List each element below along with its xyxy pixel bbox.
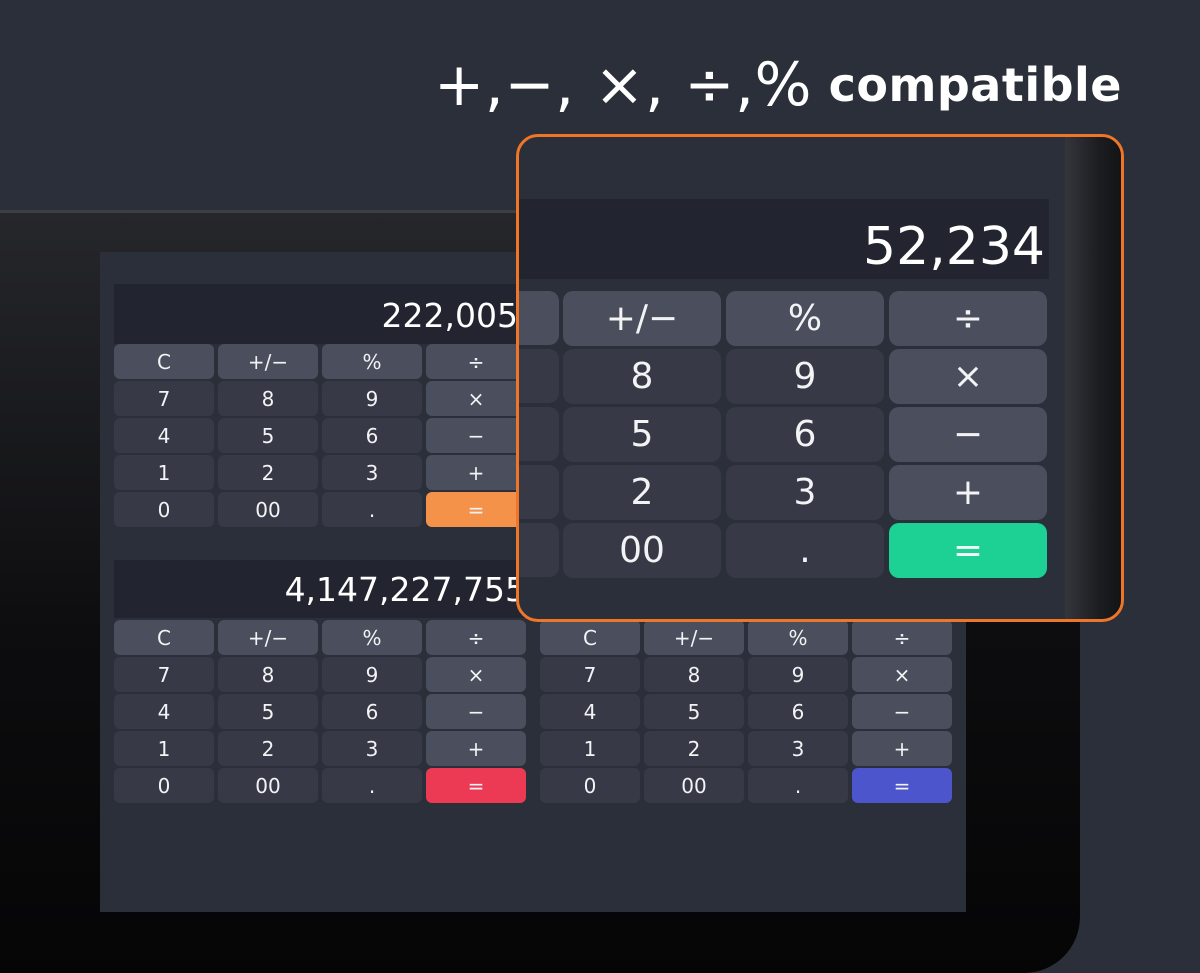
key-digit-5[interactable]: 5 (218, 418, 318, 453)
key-cropped[interactable] (519, 523, 559, 577)
key-digit-4[interactable]: 4 (540, 694, 640, 729)
key-digit-6[interactable]: 6 (322, 694, 422, 729)
key-add[interactable]: + (852, 731, 952, 766)
key-digit-5[interactable]: 5 (644, 694, 744, 729)
zoom-key-sign[interactable]: +/− (563, 291, 721, 346)
zoom-key-digit-3[interactable]: 3 (726, 465, 884, 520)
zoom-key-digit-6[interactable]: 6 (726, 407, 884, 462)
key-digit-3[interactable]: 3 (322, 455, 422, 490)
key-digit-7[interactable]: 7 (540, 657, 640, 692)
key-digit-3[interactable]: 3 (748, 731, 848, 766)
key-digit-2[interactable]: 2 (218, 455, 318, 490)
zoom-key-digit-8[interactable]: 8 (563, 349, 721, 404)
zoom-key-digit-9[interactable]: 9 (726, 349, 884, 404)
key-divide[interactable]: ÷ (852, 620, 952, 655)
headline-symbols: +,−, ×, ÷,% (434, 50, 813, 120)
zoom-key-equals[interactable]: = (889, 523, 1047, 578)
key-digit-6[interactable]: 6 (748, 694, 848, 729)
headline-text: compatible (828, 58, 1122, 112)
key-digit-0[interactable]: 0 (114, 492, 214, 527)
key-digit-9[interactable]: 9 (322, 381, 422, 416)
key-decimal[interactable]: . (748, 768, 848, 803)
key-percent[interactable]: % (322, 344, 422, 379)
key-multiply[interactable]: × (426, 657, 526, 692)
key-digit-7[interactable]: 7 (114, 381, 214, 416)
key-percent[interactable]: % (322, 620, 422, 655)
zoom-key-subtract[interactable]: − (889, 407, 1047, 462)
key-digit-1[interactable]: 1 (114, 455, 214, 490)
key-add[interactable]: + (426, 731, 526, 766)
key-clear[interactable]: C (540, 620, 640, 655)
zoom-key-digit-5[interactable]: 5 (563, 407, 721, 462)
key-digit-8[interactable]: 8 (218, 657, 318, 692)
key-sign[interactable]: +/− (218, 620, 318, 655)
key-equals[interactable]: = (426, 492, 526, 527)
key-cropped[interactable] (519, 291, 559, 345)
key-digit-1[interactable]: 1 (114, 731, 214, 766)
key-subtract[interactable]: − (426, 418, 526, 453)
headline: +,−, ×, ÷,% compatible (434, 50, 1122, 120)
zoom-key-digit-2[interactable]: 2 (563, 465, 721, 520)
key-subtract[interactable]: − (852, 694, 952, 729)
key-digit-3[interactable]: 3 (322, 731, 422, 766)
key-clear[interactable]: C (114, 620, 214, 655)
calculator-display: 4,147,227,755 (114, 560, 526, 618)
key-digit-9[interactable]: 9 (322, 657, 422, 692)
key-digit-9[interactable]: 9 (748, 657, 848, 692)
key-subtract[interactable]: − (426, 694, 526, 729)
key-equals[interactable]: = (852, 768, 952, 803)
key-clear[interactable]: C (114, 344, 214, 379)
zoom-key-decimal[interactable]: . (726, 523, 884, 578)
key-multiply[interactable]: × (426, 381, 526, 416)
key-double-zero[interactable]: 00 (218, 492, 318, 527)
zoom-key-multiply[interactable]: × (889, 349, 1047, 404)
key-digit-0[interactable]: 0 (540, 768, 640, 803)
key-digit-0[interactable]: 0 (114, 768, 214, 803)
key-divide[interactable]: ÷ (426, 620, 526, 655)
key-sign[interactable]: +/− (644, 620, 744, 655)
key-digit-4[interactable]: 4 (114, 418, 214, 453)
zoom-display: 52,234 (519, 199, 1049, 279)
key-decimal[interactable]: . (322, 768, 422, 803)
device-edge (1065, 137, 1121, 619)
key-digit-5[interactable]: 5 (218, 694, 318, 729)
key-multiply[interactable]: × (852, 657, 952, 692)
key-digit-6[interactable]: 6 (322, 418, 422, 453)
key-digit-2[interactable]: 2 (644, 731, 744, 766)
calculator-bottom-left: 4,147,227,755 C +/−% ÷ 7 8 9 × 4 5 6− 1 2 3 +0 00. = (114, 560, 526, 804)
calculator-display: 222,005 (114, 284, 526, 344)
key-digit-8[interactable]: 8 (644, 657, 744, 692)
calculator-top: 222,005 C +/−% ÷ 7 8 9 × 4 5 6− 1 2 3 +0 00. = (114, 284, 526, 528)
zoom-callout: 52,234 +/−% ÷ 8 9 × 5 6− 2 3 +00. = (516, 134, 1124, 622)
key-cropped[interactable] (519, 407, 559, 461)
key-cropped[interactable] (519, 465, 559, 519)
zoom-key-percent[interactable]: % (726, 291, 884, 346)
key-digit-8[interactable]: 8 (218, 381, 318, 416)
key-add[interactable]: + (426, 455, 526, 490)
key-cropped[interactable] (519, 349, 559, 403)
key-digit-7[interactable]: 7 (114, 657, 214, 692)
key-percent[interactable]: % (748, 620, 848, 655)
key-digit-1[interactable]: 1 (540, 731, 640, 766)
key-divide[interactable]: ÷ (426, 344, 526, 379)
zoom-key-double-zero[interactable]: 00 (563, 523, 721, 578)
key-double-zero[interactable]: 00 (644, 768, 744, 803)
zoom-key-divide[interactable]: ÷ (889, 291, 1047, 346)
key-double-zero[interactable]: 00 (218, 768, 318, 803)
zoom-key-add[interactable]: + (889, 465, 1047, 520)
key-equals[interactable]: = (426, 768, 526, 803)
key-sign[interactable]: +/− (218, 344, 318, 379)
key-digit-2[interactable]: 2 (218, 731, 318, 766)
key-digit-4[interactable]: 4 (114, 694, 214, 729)
key-decimal[interactable]: . (322, 492, 422, 527)
